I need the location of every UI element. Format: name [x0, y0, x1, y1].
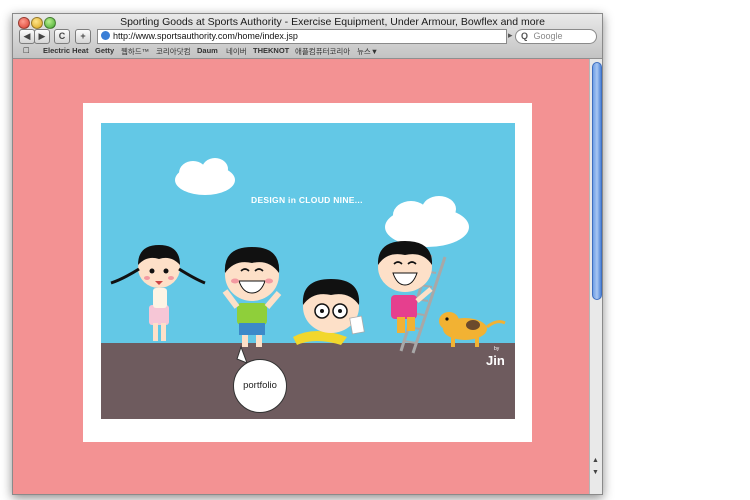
bookmark-theknot[interactable]: THEKNOT	[253, 46, 289, 55]
bookmark-korea-com[interactable]: 코리아닷컴	[156, 46, 191, 57]
cloud-right	[385, 196, 469, 247]
address-text: http://www.sportsauthority.com/home/inde…	[113, 31, 298, 41]
bookmark-apple-korea[interactable]: 애플컴퓨터코리아	[295, 46, 350, 57]
bubble-tail	[236, 345, 248, 364]
search-placeholder: Google	[533, 31, 563, 41]
close-icon[interactable]	[18, 17, 30, 29]
vertical-scrollbar[interactable]: ▲ ▼	[589, 59, 602, 494]
signature-by: by	[494, 346, 500, 352]
window-title: Sporting Goods at Sports Authority - Exe…	[120, 16, 545, 28]
reload-button[interactable]: C	[54, 29, 70, 44]
book-icon[interactable]: ☐	[23, 46, 30, 55]
bookmark-electric-heat[interactable]: Electric Heat	[43, 46, 88, 55]
scroll-up-arrow-icon[interactable]: ▲	[592, 457, 599, 464]
dog-character	[439, 312, 506, 347]
cloud-left	[175, 158, 235, 195]
characters-artwork	[110, 158, 506, 364]
search-field[interactable]: Q Google	[515, 29, 597, 44]
boy-ladder-character	[377, 241, 447, 354]
web-content: DESIGN in CLOUD NINE... portfolio by Jin	[13, 59, 589, 494]
scroll-thumb[interactable]	[592, 62, 602, 300]
portfolio-link[interactable]: portfolio	[233, 359, 287, 413]
scroll-down-arrow-icon[interactable]: ▼	[592, 469, 599, 476]
headline-text: DESIGN in CLOUD NINE...	[251, 195, 363, 205]
bookmark-naver[interactable]: 네이버	[226, 46, 247, 57]
zoom-icon[interactable]	[44, 17, 56, 29]
bookmark-webhard[interactable]: 웹하드™	[121, 46, 149, 57]
browser-window: Sporting Goods at Sports Authority - Exe…	[12, 13, 603, 495]
bookmark-news-menu[interactable]: 뉴스▼	[357, 46, 378, 57]
address-bar[interactable]: http://www.sportsauthority.com/home/inde…	[97, 29, 507, 44]
url-dropdown-icon[interactable]: ▸	[508, 30, 513, 41]
bookmark-daum[interactable]: Daum	[197, 46, 218, 55]
boy-green-character	[222, 247, 282, 347]
girl-character	[110, 245, 206, 341]
forward-button[interactable]: ▶	[34, 29, 50, 44]
title-bar: Sporting Goods at Sports Authority - Exe…	[13, 14, 602, 59]
bookmarks-bar: ☐ Electric Heat Getty 웹하드™ 코리아닷컴 Daum 네이…	[13, 44, 602, 58]
globe-icon	[101, 31, 110, 40]
signature-logo: Jin	[486, 353, 505, 368]
bookmark-getty[interactable]: Getty	[95, 46, 114, 55]
add-bookmark-button[interactable]: +	[75, 29, 91, 44]
back-button[interactable]: ◀	[19, 29, 35, 44]
illustration-scene: DESIGN in CLOUD NINE... portfolio by Jin	[101, 123, 515, 419]
boy-goggles-character	[293, 279, 365, 345]
minimize-icon[interactable]	[31, 17, 43, 29]
illustration-frame: DESIGN in CLOUD NINE... portfolio by Jin	[83, 103, 532, 442]
search-icon: Q	[521, 31, 529, 41]
